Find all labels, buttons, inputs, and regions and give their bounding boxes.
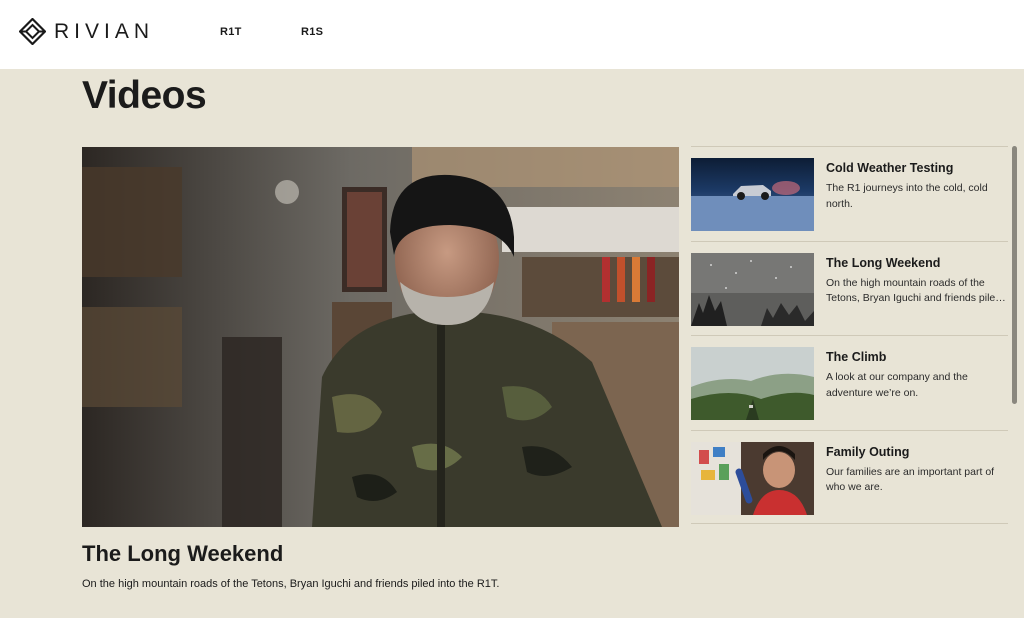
playlist-item-description: Our families are an important part of wh… bbox=[826, 465, 995, 494]
featured-video-player[interactable] bbox=[82, 147, 679, 527]
video-thumbnail-family-outing bbox=[691, 441, 814, 515]
playlist-item[interactable]: The Long Weekend On the high mountain ro… bbox=[691, 240, 1008, 336]
playlist-item-description: The R1 journeys into the cold, cold nort… bbox=[826, 182, 988, 210]
video-thumbnail-long-weekend bbox=[691, 252, 814, 326]
video-thumbnail-cold-weather bbox=[691, 158, 814, 231]
brand-wordmark: RIVIAN bbox=[54, 19, 155, 43]
site-header: RIVIAN R1T R1S bbox=[0, 0, 1024, 69]
featured-video-frame bbox=[82, 147, 679, 527]
video-playlist: Cold Weather Testing The R1 journeys int… bbox=[691, 146, 1008, 524]
playlist-scrollbar[interactable] bbox=[1012, 146, 1017, 404]
playlist-item[interactable]: Family Outing Our families are an import… bbox=[691, 429, 1008, 524]
playlist-item-description: On the high mountain roads of the Tetons… bbox=[826, 276, 1002, 305]
playlist-item-title: The Climb bbox=[826, 350, 887, 364]
featured-video-description: On the high mountain roads of the Tetons… bbox=[82, 578, 500, 590]
rivian-compass-icon bbox=[19, 18, 46, 45]
playlist-item[interactable]: Cold Weather Testing The R1 journeys int… bbox=[691, 146, 1008, 241]
playlist-item-title: The Long Weekend bbox=[826, 255, 941, 270]
video-thumbnail-the-climb bbox=[691, 347, 814, 420]
rivian-logo[interactable]: RIVIAN bbox=[19, 18, 154, 45]
playlist-item-title: Family Outing bbox=[826, 444, 910, 459]
nav-link-r1s[interactable]: R1S bbox=[301, 26, 323, 38]
playlist-item-title: Cold Weather Testing bbox=[826, 161, 954, 175]
featured-video-title: The Long Weekend bbox=[82, 541, 284, 566]
playlist-item[interactable]: The Climb A look at our company and the … bbox=[691, 335, 1008, 430]
page-title: Videos bbox=[82, 74, 207, 117]
nav-link-r1t[interactable]: R1T bbox=[220, 26, 242, 38]
playlist-item-description: A look at our company and the adventure … bbox=[826, 371, 968, 399]
